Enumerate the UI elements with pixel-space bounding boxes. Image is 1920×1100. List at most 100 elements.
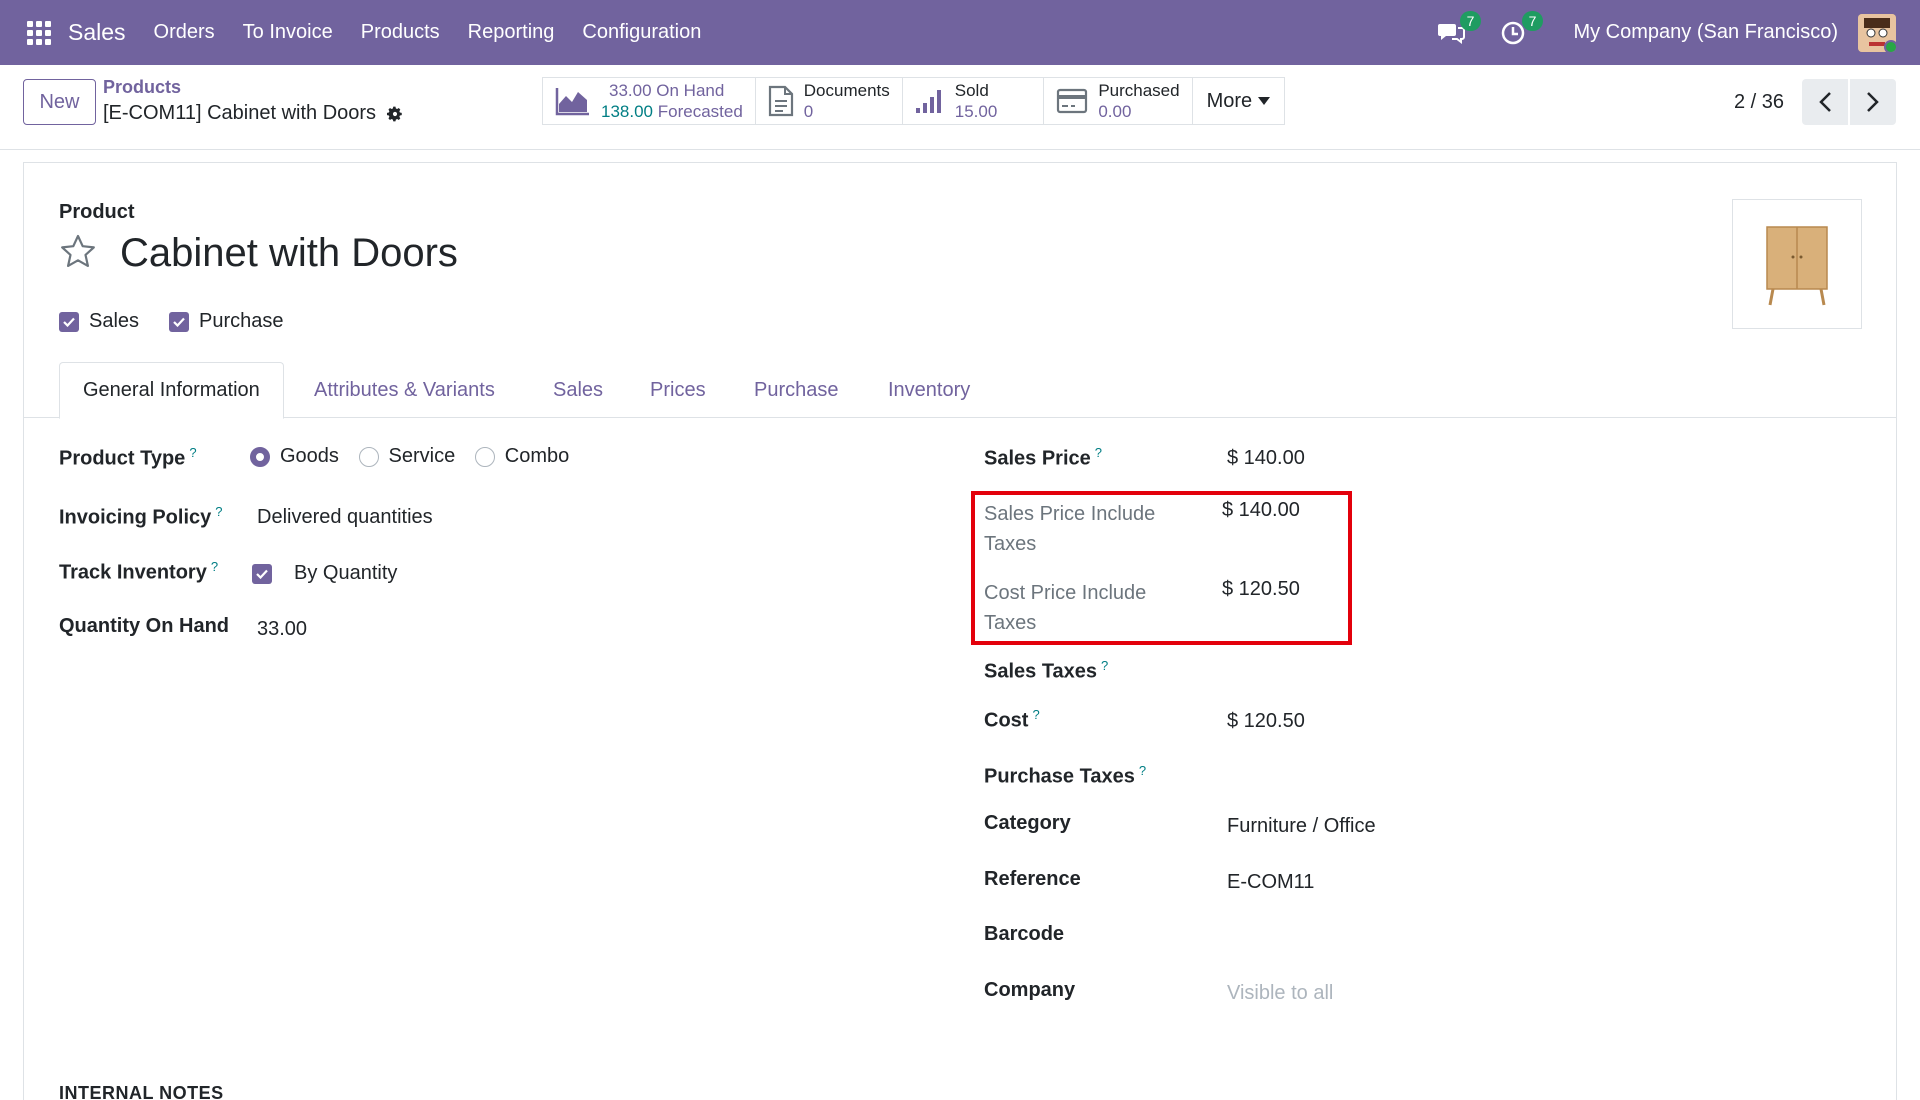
cost-price-incl-taxes-label: Cost Price Include Taxes [984,582,1147,634]
chevron-left-icon [1819,92,1831,112]
reference-label: Reference [984,868,1081,890]
internal-notes-heading: INTERNAL NOTES [59,1083,224,1100]
product-type-radio-group: Goods Service Combo [250,445,583,473]
radio-combo[interactable]: Combo [474,445,569,468]
category-select[interactable]: Furniture / Office [1227,815,1376,838]
cost-label: Cost? [984,707,1040,732]
sold-label: Sold [954,81,989,100]
forecast-label: Forecasted [657,102,743,121]
sales-price-incl-taxes-value: $ 140.00 [1222,499,1300,521]
category-label: Category [984,812,1071,834]
help-tooltip-icon[interactable]: ? [1101,658,1108,673]
menu-products[interactable]: Products [361,21,440,44]
pager-value[interactable]: 2 / 36 [1734,91,1784,114]
pager-next-button[interactable] [1850,79,1896,125]
pager: 2 / 36 [1734,79,1896,125]
on-hand-value: 33.00 [609,81,652,100]
document-icon [768,85,793,117]
radio-goods[interactable]: Goods [250,445,339,468]
help-tooltip-icon[interactable]: ? [211,559,218,574]
forecast-value: 138.00 [601,102,653,121]
track-inventory-checkbox[interactable] [252,563,272,584]
menu-orders[interactable]: Orders [154,21,215,44]
new-button[interactable]: New [23,79,96,125]
tab-general-information[interactable]: General Information [59,362,284,419]
tab-prices[interactable]: Prices [650,362,706,418]
apps-menu-icon[interactable] [24,18,54,48]
help-tooltip-icon[interactable]: ? [1095,445,1102,460]
pager-previous-button[interactable] [1802,79,1848,125]
favorite-star-icon[interactable] [59,233,97,271]
credit-card-icon [1057,88,1088,114]
checkbox-checked-icon[interactable] [59,311,79,332]
company-switcher[interactable]: My Company (San Francisco) [1573,21,1838,44]
help-tooltip-icon[interactable]: ? [1139,763,1146,778]
sales-price-input[interactable]: $ 140.00 [1227,447,1305,470]
cost-price-incl-taxes-value: $ 120.50 [1222,578,1300,600]
help-tooltip-icon[interactable]: ? [215,504,222,519]
main-menu: Orders To Invoice Products Reporting Con… [154,21,702,44]
messages-button[interactable]: 7 [1435,10,1482,49]
barcode-input[interactable] [1227,923,1527,949]
purchase-checkbox[interactable]: Purchase [169,310,284,333]
tab-inventory[interactable]: Inventory [888,362,970,418]
tab-purchase[interactable]: Purchase [754,362,839,418]
sales-taxes-label: Sales Taxes? [984,658,1109,683]
help-tooltip-icon[interactable]: ? [189,445,196,460]
app-name[interactable]: Sales [68,19,126,46]
invoicing-policy-label: Invoicing Policy? [59,504,223,529]
sold-value: 15.00 [954,102,998,121]
sales-checkbox[interactable]: Sales [59,310,139,333]
online-status-dot [1884,39,1896,52]
tab-sales[interactable]: Sales [553,362,603,418]
product-flags: Sales Purchase [59,310,314,333]
form-type-label: Product [59,201,135,223]
activities-badge: 7 [1521,10,1544,31]
track-inventory-select[interactable]: By Quantity [294,562,397,585]
company-label: Company [984,979,1076,1001]
top-navbar: Sales Orders To Invoice Products Reporti… [0,0,1920,65]
product-image[interactable] [1732,199,1862,329]
tab-attributes-variants[interactable]: Attributes & Variants [314,362,495,418]
qty-on-hand-label: Quantity On Hand [59,615,229,637]
chevron-right-icon [1867,92,1879,112]
more-label: More [1206,89,1253,112]
reference-input[interactable]: E-COM11 [1227,871,1314,894]
documents-button[interactable]: Documents 0 [756,78,903,124]
sales-price-label: Sales Price? [984,445,1102,470]
documents-value: 0 [803,102,814,121]
qty-on-hand-value: 33.00 [257,618,308,640]
track-inventory-label: Track Inventory? [59,559,219,584]
activities-button[interactable]: 7 [1497,10,1544,49]
cost-input[interactable]: $ 120.50 [1227,710,1305,733]
cabinet-image [1766,226,1828,306]
more-dropdown[interactable]: More [1193,78,1285,124]
caret-down-icon [1258,97,1271,105]
radio-service[interactable]: Service [358,445,455,468]
purchased-button[interactable]: Purchased 0.00 [1044,78,1193,124]
gear-icon[interactable] [386,105,404,123]
menu-to-invoice[interactable]: To Invoice [243,21,333,44]
purchase-checkbox-label: Purchase [199,310,284,332]
product-name[interactable]: Cabinet with Doors [120,231,458,276]
notebook-tabs: General Information Attributes & Variant… [24,362,1896,419]
on-hand-button[interactable]: 33.00 On Hand 138.00 Forecasted [543,78,756,124]
breadcrumb-parent[interactable]: Products [103,77,404,98]
checkbox-checked-icon[interactable] [169,311,190,332]
messages-badge: 7 [1459,10,1482,31]
invoicing-policy-select[interactable]: Delivered quantities [257,506,433,529]
help-tooltip-icon[interactable]: ? [1032,707,1039,722]
barcode-label: Barcode [984,923,1065,945]
form-sheet: Product Cabinet with Doors Sales Purchas… [23,162,1897,1100]
breadcrumb: Products [E-COM11] Cabinet with Doors [103,77,404,125]
sales-price-incl-taxes-label: Sales Price Include Taxes [984,503,1156,555]
menu-reporting[interactable]: Reporting [468,21,555,44]
purchase-taxes-label: Purchase Taxes? [984,763,1147,788]
breadcrumb-current: [E-COM11] Cabinet with Doors [103,102,377,124]
company-select[interactable]: Visible to all [1227,982,1333,1005]
smart-buttons: 33.00 On Hand 138.00 Forecasted Document… [542,77,1286,125]
sold-button[interactable]: Sold 15.00 [903,78,1045,124]
menu-configuration[interactable]: Configuration [582,21,701,44]
purchased-label: Purchased [1098,81,1180,100]
user-avatar[interactable] [1858,13,1896,52]
